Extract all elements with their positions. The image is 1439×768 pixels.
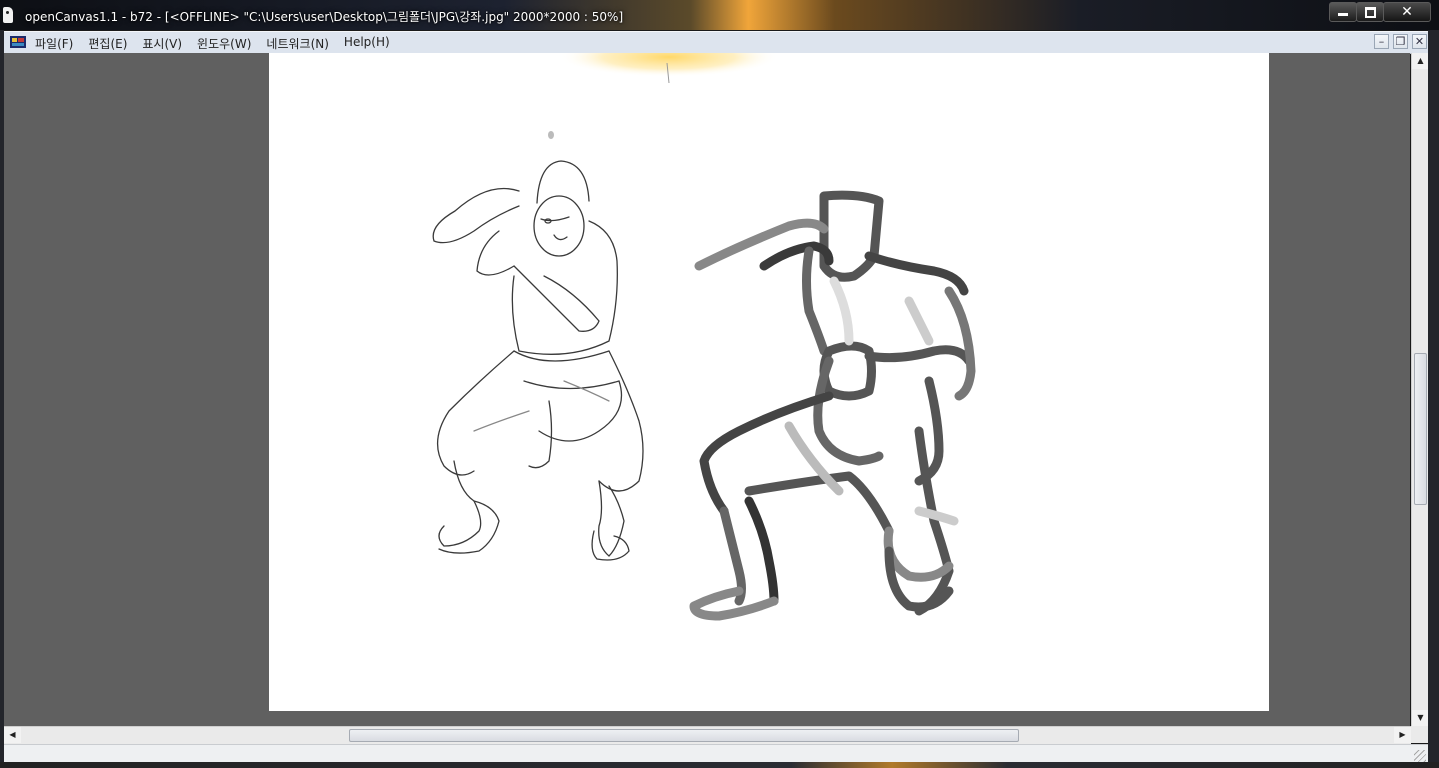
window-maximize-button[interactable] — [1356, 2, 1384, 22]
horizontal-scroll-thumb[interactable] — [349, 729, 1019, 742]
scroll-right-button[interactable]: ▶ — [1394, 727, 1411, 743]
restore-icon: ❐ — [1395, 35, 1406, 48]
window-minimize-button[interactable] — [1329, 2, 1357, 22]
menu-network[interactable]: 네트워크(N) — [266, 35, 329, 52]
app-icon[interactable] — [3, 7, 13, 23]
canvas-workspace[interactable] — [4, 53, 1410, 726]
minimize-icon — [1338, 13, 1348, 16]
menu-items: 파일(F) 편집(E) 표시(V) 윈도우(W) 네트워크(N) Help(H) — [35, 35, 405, 52]
close-icon: ✕ — [1414, 35, 1425, 48]
menu-help[interactable]: Help(H) — [344, 35, 390, 52]
window-frame-left — [0, 30, 4, 768]
document-icon[interactable] — [10, 35, 26, 49]
canvas-artwork — [432, 53, 976, 621]
arrow-left-icon: ◀ — [9, 730, 16, 739]
brush-sketch-figure — [689, 190, 976, 621]
close-icon: ✕ — [1401, 4, 1413, 20]
arrow-up-icon: ▲ — [1417, 56, 1424, 65]
document-restore-button[interactable]: ❐ — [1393, 34, 1408, 49]
status-bar — [4, 744, 1428, 763]
minimize-icon: – — [1378, 35, 1385, 48]
scroll-left-button[interactable]: ◀ — [4, 727, 21, 743]
pencil-sketch-figure — [432, 131, 644, 561]
glow-fragment — [559, 53, 779, 77]
drawing-canvas[interactable] — [269, 53, 1269, 711]
maximize-icon — [1365, 7, 1376, 18]
resize-grip-icon[interactable] — [1414, 750, 1426, 762]
window-controls: ✕ — [1329, 2, 1431, 22]
document-window-controls: – ❐ ✕ — [1370, 34, 1427, 49]
window-close-button[interactable]: ✕ — [1383, 2, 1431, 22]
arrow-down-icon: ▼ — [1417, 713, 1424, 722]
menu-bar: 파일(F) 편집(E) 표시(V) 윈도우(W) 네트워크(N) Help(H)… — [4, 31, 1431, 54]
window-frame-right — [1428, 30, 1439, 768]
window-frame-bottom — [0, 762, 1439, 768]
document-close-button[interactable]: ✕ — [1412, 34, 1427, 49]
window-title-bar[interactable]: openCanvas1.1 - b72 - [<OFFLINE> "C:\Use… — [0, 0, 1439, 30]
menu-window[interactable]: 윈도우(W) — [197, 35, 251, 52]
scrollbar-corner — [1411, 726, 1428, 743]
window-title: openCanvas1.1 - b72 - [<OFFLINE> "C:\Use… — [25, 10, 624, 24]
menu-file[interactable]: 파일(F) — [35, 35, 73, 52]
arrow-right-icon: ▶ — [1399, 730, 1406, 739]
vertical-scroll-thumb[interactable] — [1414, 353, 1427, 505]
document-minimize-button[interactable]: – — [1374, 34, 1389, 49]
horizontal-scrollbar[interactable]: ◀ ▶ — [4, 726, 1411, 744]
menu-edit[interactable]: 편집(E) — [88, 35, 127, 52]
vertical-scrollbar[interactable]: ▲ ▼ — [1411, 53, 1429, 726]
scroll-up-button[interactable]: ▲ — [1412, 53, 1429, 69]
scroll-down-button[interactable]: ▼ — [1412, 710, 1429, 726]
menu-view[interactable]: 표시(V) — [142, 35, 182, 52]
